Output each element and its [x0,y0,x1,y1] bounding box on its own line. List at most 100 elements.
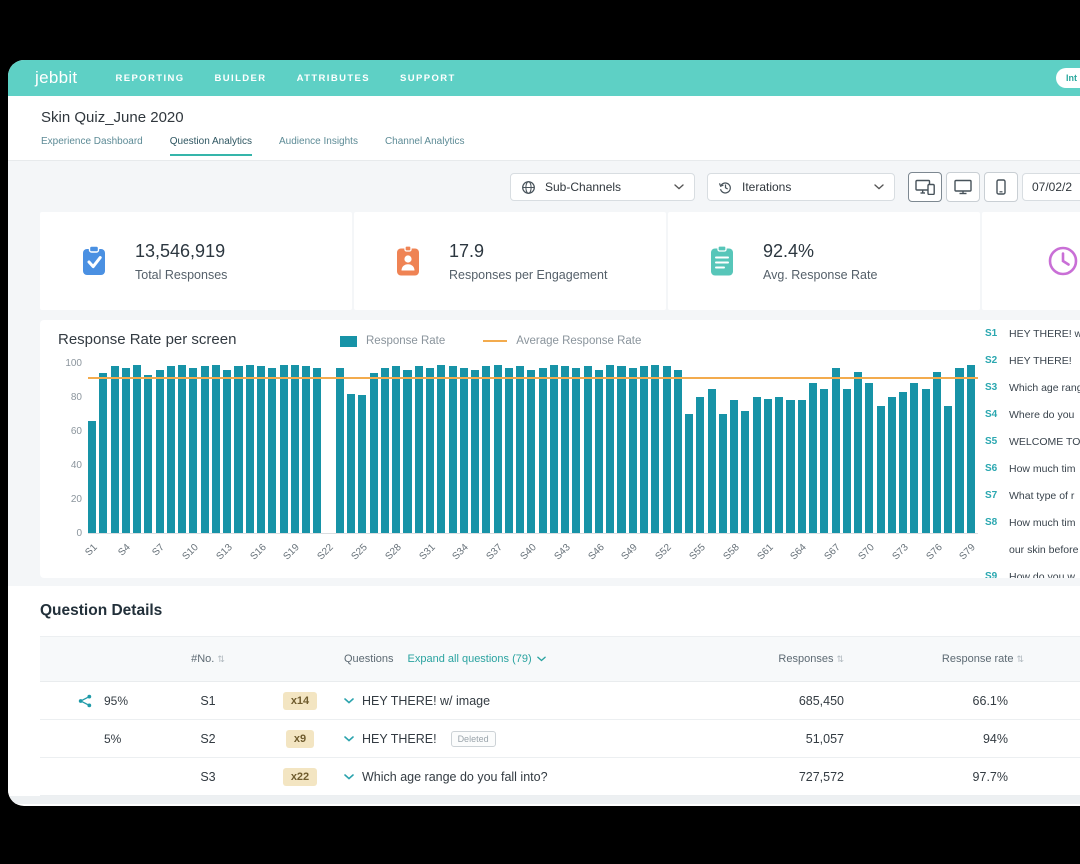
bar [504,368,513,533]
stat-value: 13,546,919 [135,240,226,261]
screen-list-item[interactable]: S3 Which age rang [985,374,1080,401]
nav-cta-button[interactable]: Int [1056,68,1080,88]
desktop-only-button[interactable] [946,172,980,202]
globe-icon [521,180,536,195]
desktop-and-mobile-button[interactable] [908,172,942,202]
screen-title: Where do you [1009,408,1075,421]
table-row[interactable]: 5% S2 x9 HEY THERE! Deleted 51,057 94% [40,720,1080,758]
bar [707,388,716,533]
table-row[interactable]: 95% S1 x14 HEY THERE! w/ image 685,450 6… [40,682,1080,720]
count-badge: x14 [282,691,318,710]
screen-title: How much tim [1009,462,1076,475]
stat-value: 17.9 [449,240,485,261]
bar [155,369,164,533]
tab-bar: Experience Dashboard Question Analytics … [41,136,1080,156]
iterations-dropdown[interactable]: Iterations [707,173,895,201]
question-details-heading: Question Details [40,602,163,619]
bar [189,368,198,533]
bar [110,366,119,533]
mobile-only-button[interactable] [984,172,1018,202]
stat-value: 92.4% [763,240,815,261]
screen-list-item[interactable]: S9 How do you w [985,563,1080,579]
responses-value: 727,572 [798,769,844,784]
y-tick-label: 80 [70,392,82,403]
bar [673,369,682,533]
sort-icon: #No. [191,653,225,665]
nav-menu-item[interactable]: SUPPORT [400,73,456,84]
nav-menu-item[interactable]: BUILDER [215,73,267,84]
bar [448,366,457,533]
bar [628,368,637,533]
legend-label: Average Response Rate [516,335,642,347]
column-no[interactable]: #No. [160,653,256,665]
tab[interactable]: Channel Analytics [385,136,465,156]
share-icon[interactable] [78,694,92,708]
tab[interactable]: Question Analytics [169,136,252,156]
table-body: 95% S1 x14 HEY THERE! w/ image 685,450 6… [40,682,1080,796]
column-avg[interactable]: Avg. [1024,653,1080,665]
date-picker[interactable]: 07/02/2 [1022,173,1080,201]
bar [752,397,761,533]
bar [403,369,412,533]
bar [493,364,502,533]
subchannels-label: Sub-Channels [545,180,622,194]
screen-list-item[interactable]: S5 WELCOME TO S [985,428,1080,455]
bar [763,398,772,533]
iterations-label: Iterations [742,180,792,194]
screen-id: S2 [985,355,998,366]
bar [471,369,480,533]
screen-title: Which age rang [1009,381,1080,394]
bar [335,368,344,533]
bar [99,373,108,533]
screen-title: How do you w [1009,570,1075,579]
bar [121,368,130,533]
bar [211,364,220,533]
app-window: jebbit REPORTING BUILDER ATTRIBUTES SUPP… [8,60,1080,806]
screen-list-item[interactable]: our skin before [985,536,1080,563]
bar [955,368,964,533]
bar [809,383,818,533]
bar [730,400,739,533]
chart-plot: S1 S4 S7 S10 S13 S16 S19 S22 S25 S28 S31 S34 S37 S40 S… [65,358,978,562]
bar [932,371,941,533]
screen-id: S6 [985,463,998,474]
screen-list-item[interactable]: S4 Where do you [985,401,1080,428]
chevron-down-icon [674,184,684,190]
chevron-down-icon[interactable] [344,773,354,780]
chevron-down-icon[interactable] [344,697,354,704]
nav-menu-item[interactable]: ATTRIBUTES [297,73,370,84]
screen-list-item[interactable]: S6 How much tim [985,455,1080,482]
column-responses[interactable]: Responses [674,653,844,665]
average-line [88,376,978,379]
chart-section: Response Rate per screen Response Rate A… [8,320,1080,586]
screen-list-item[interactable]: S2 HEY THERE! [985,347,1080,374]
nav-menu-item[interactable]: REPORTING [115,73,184,84]
subchannels-dropdown[interactable]: Sub-Channels [510,173,695,201]
bar [561,366,570,533]
bar [876,405,885,533]
bar [786,400,795,533]
bar [797,400,806,533]
response-rate-value: 94% [982,731,1008,746]
bar [651,364,660,533]
screen-list-item[interactable]: S7 What type of r [985,482,1080,509]
legend-bar-swatch [340,335,357,347]
tab[interactable]: Audience Insights [279,136,358,156]
screen-list-item[interactable]: S8 How much tim [985,509,1080,536]
chevron-down-icon[interactable] [344,735,354,742]
stat-cards-row: 13,546,919 Total Responses 17.9 Response… [8,212,1080,320]
bar [313,368,322,533]
screen-list-item[interactable]: S1 HEY THERE! w/ [985,320,1080,347]
screen-title: our skin before [1009,543,1079,556]
expand-all-questions-link[interactable]: Expand all questions (79) [408,653,546,665]
table-row[interactable]: S3 x22 Which age range do you fall into?… [40,758,1080,796]
bar [831,368,840,533]
bar [268,368,277,533]
checklist-icon [705,244,739,278]
column-response-rate[interactable]: Response rate [844,653,1024,665]
history-icon [718,180,733,195]
jebbit-logo: jebbit [35,68,78,87]
bar [944,405,953,533]
tab[interactable]: Experience Dashboard [41,136,143,156]
screen-number: S3 [200,769,216,784]
